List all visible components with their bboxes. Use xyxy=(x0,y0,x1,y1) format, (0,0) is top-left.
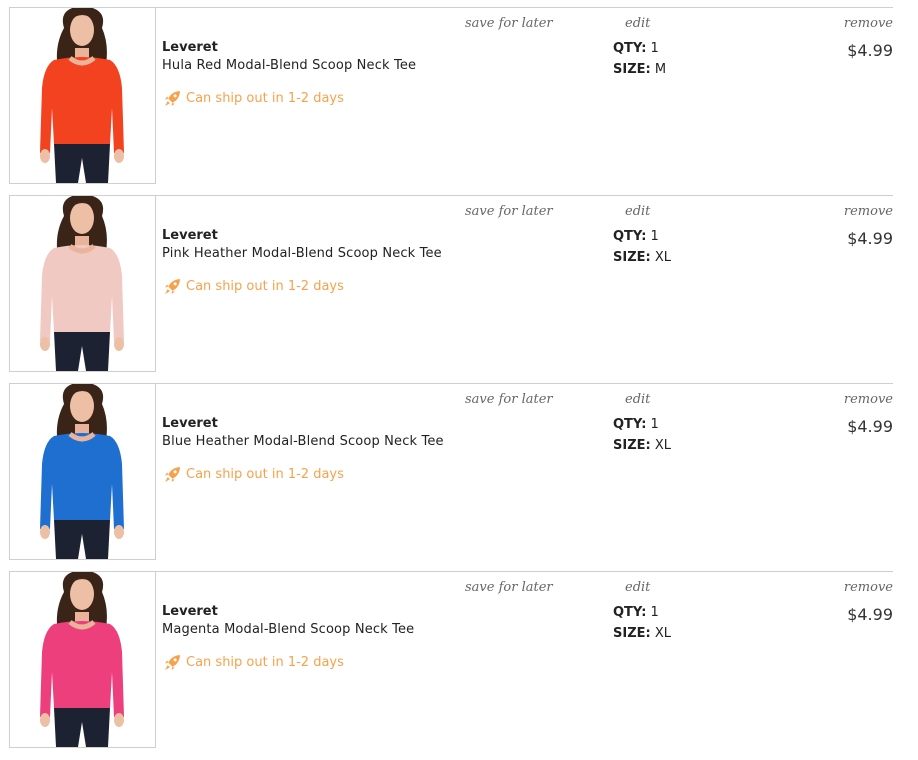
size-value: XL xyxy=(654,626,672,641)
product-brand: Leveret xyxy=(162,604,218,619)
item-price: $4.99 xyxy=(847,605,893,624)
product-name[interactable]: Hula Red Modal-Blend Scoop Neck Tee xyxy=(162,58,416,73)
save-for-later-link[interactable]: save for later xyxy=(465,204,553,219)
qty-label: QTY: xyxy=(613,605,647,620)
shipping-text: Can ship out in 1-2 days xyxy=(186,655,344,670)
product-brand: Leveret xyxy=(162,228,218,243)
qty-label: QTY: xyxy=(613,229,647,244)
cart-item: save for later edit remove Leveret Pink … xyxy=(9,195,893,372)
shipping-status: Can ship out in 1-2 days xyxy=(164,90,344,107)
quantity: QTY: 1 xyxy=(613,605,659,620)
remove-link[interactable]: remove xyxy=(844,580,893,595)
item-price: $4.99 xyxy=(847,41,893,60)
size: SIZE: XL xyxy=(613,626,671,641)
product-name[interactable]: Magenta Modal-Blend Scoop Neck Tee xyxy=(162,622,414,637)
shipping-status: Can ship out in 1-2 days xyxy=(164,466,344,483)
qty-value: 1 xyxy=(650,229,659,244)
rocket-icon xyxy=(164,654,181,671)
qty-label: QTY: xyxy=(613,417,647,432)
qty-label: QTY: xyxy=(613,41,647,56)
size-label: SIZE: xyxy=(613,626,651,641)
edit-link[interactable]: edit xyxy=(625,580,650,595)
size: SIZE: XL xyxy=(613,438,671,453)
rocket-icon xyxy=(164,90,181,107)
size-label: SIZE: xyxy=(613,438,651,453)
quantity: QTY: 1 xyxy=(613,229,659,244)
product-image[interactable] xyxy=(9,196,156,372)
shipping-status: Can ship out in 1-2 days xyxy=(164,654,344,671)
product-name[interactable]: Pink Heather Modal-Blend Scoop Neck Tee xyxy=(162,246,442,261)
cart-list: save for later edit remove Leveret Hula … xyxy=(0,0,918,760)
cart-item: save for later edit remove Leveret Blue … xyxy=(9,383,893,560)
item-price: $4.99 xyxy=(847,417,893,436)
shipping-text: Can ship out in 1-2 days xyxy=(186,467,344,482)
remove-link[interactable]: remove xyxy=(844,204,893,219)
product-name[interactable]: Blue Heather Modal-Blend Scoop Neck Tee xyxy=(162,434,444,449)
size-value: M xyxy=(654,62,667,77)
shipping-text: Can ship out in 1-2 days xyxy=(186,279,344,294)
save-for-later-link[interactable]: save for later xyxy=(465,16,553,31)
remove-link[interactable]: remove xyxy=(844,16,893,31)
shipping-status: Can ship out in 1-2 days xyxy=(164,278,344,295)
quantity: QTY: 1 xyxy=(613,417,659,432)
edit-link[interactable]: edit xyxy=(625,204,650,219)
cart-item: save for later edit remove Leveret Magen… xyxy=(9,571,893,748)
save-for-later-link[interactable]: save for later xyxy=(465,580,553,595)
model-photo xyxy=(40,384,124,559)
cart-item: save for later edit remove Leveret Hula … xyxy=(9,7,893,184)
size: SIZE: XL xyxy=(613,250,671,265)
qty-value: 1 xyxy=(650,605,659,620)
qty-value: 1 xyxy=(650,41,659,56)
size-value: XL xyxy=(654,250,672,265)
rocket-icon xyxy=(164,466,181,483)
shipping-text: Can ship out in 1-2 days xyxy=(186,91,344,106)
product-image[interactable] xyxy=(9,384,156,560)
size: SIZE: M xyxy=(613,62,666,77)
model-photo xyxy=(40,196,124,371)
qty-value: 1 xyxy=(650,417,659,432)
remove-link[interactable]: remove xyxy=(844,392,893,407)
product-image[interactable] xyxy=(9,8,156,184)
product-brand: Leveret xyxy=(162,40,218,55)
save-for-later-link[interactable]: save for later xyxy=(465,392,553,407)
product-image[interactable] xyxy=(9,572,156,748)
edit-link[interactable]: edit xyxy=(625,16,650,31)
edit-link[interactable]: edit xyxy=(625,392,650,407)
model-photo xyxy=(40,8,124,183)
model-photo xyxy=(40,572,124,747)
quantity: QTY: 1 xyxy=(613,41,659,56)
product-brand: Leveret xyxy=(162,416,218,431)
item-price: $4.99 xyxy=(847,229,893,248)
size-label: SIZE: xyxy=(613,62,651,77)
rocket-icon xyxy=(164,278,181,295)
size-value: XL xyxy=(654,438,672,453)
size-label: SIZE: xyxy=(613,250,651,265)
